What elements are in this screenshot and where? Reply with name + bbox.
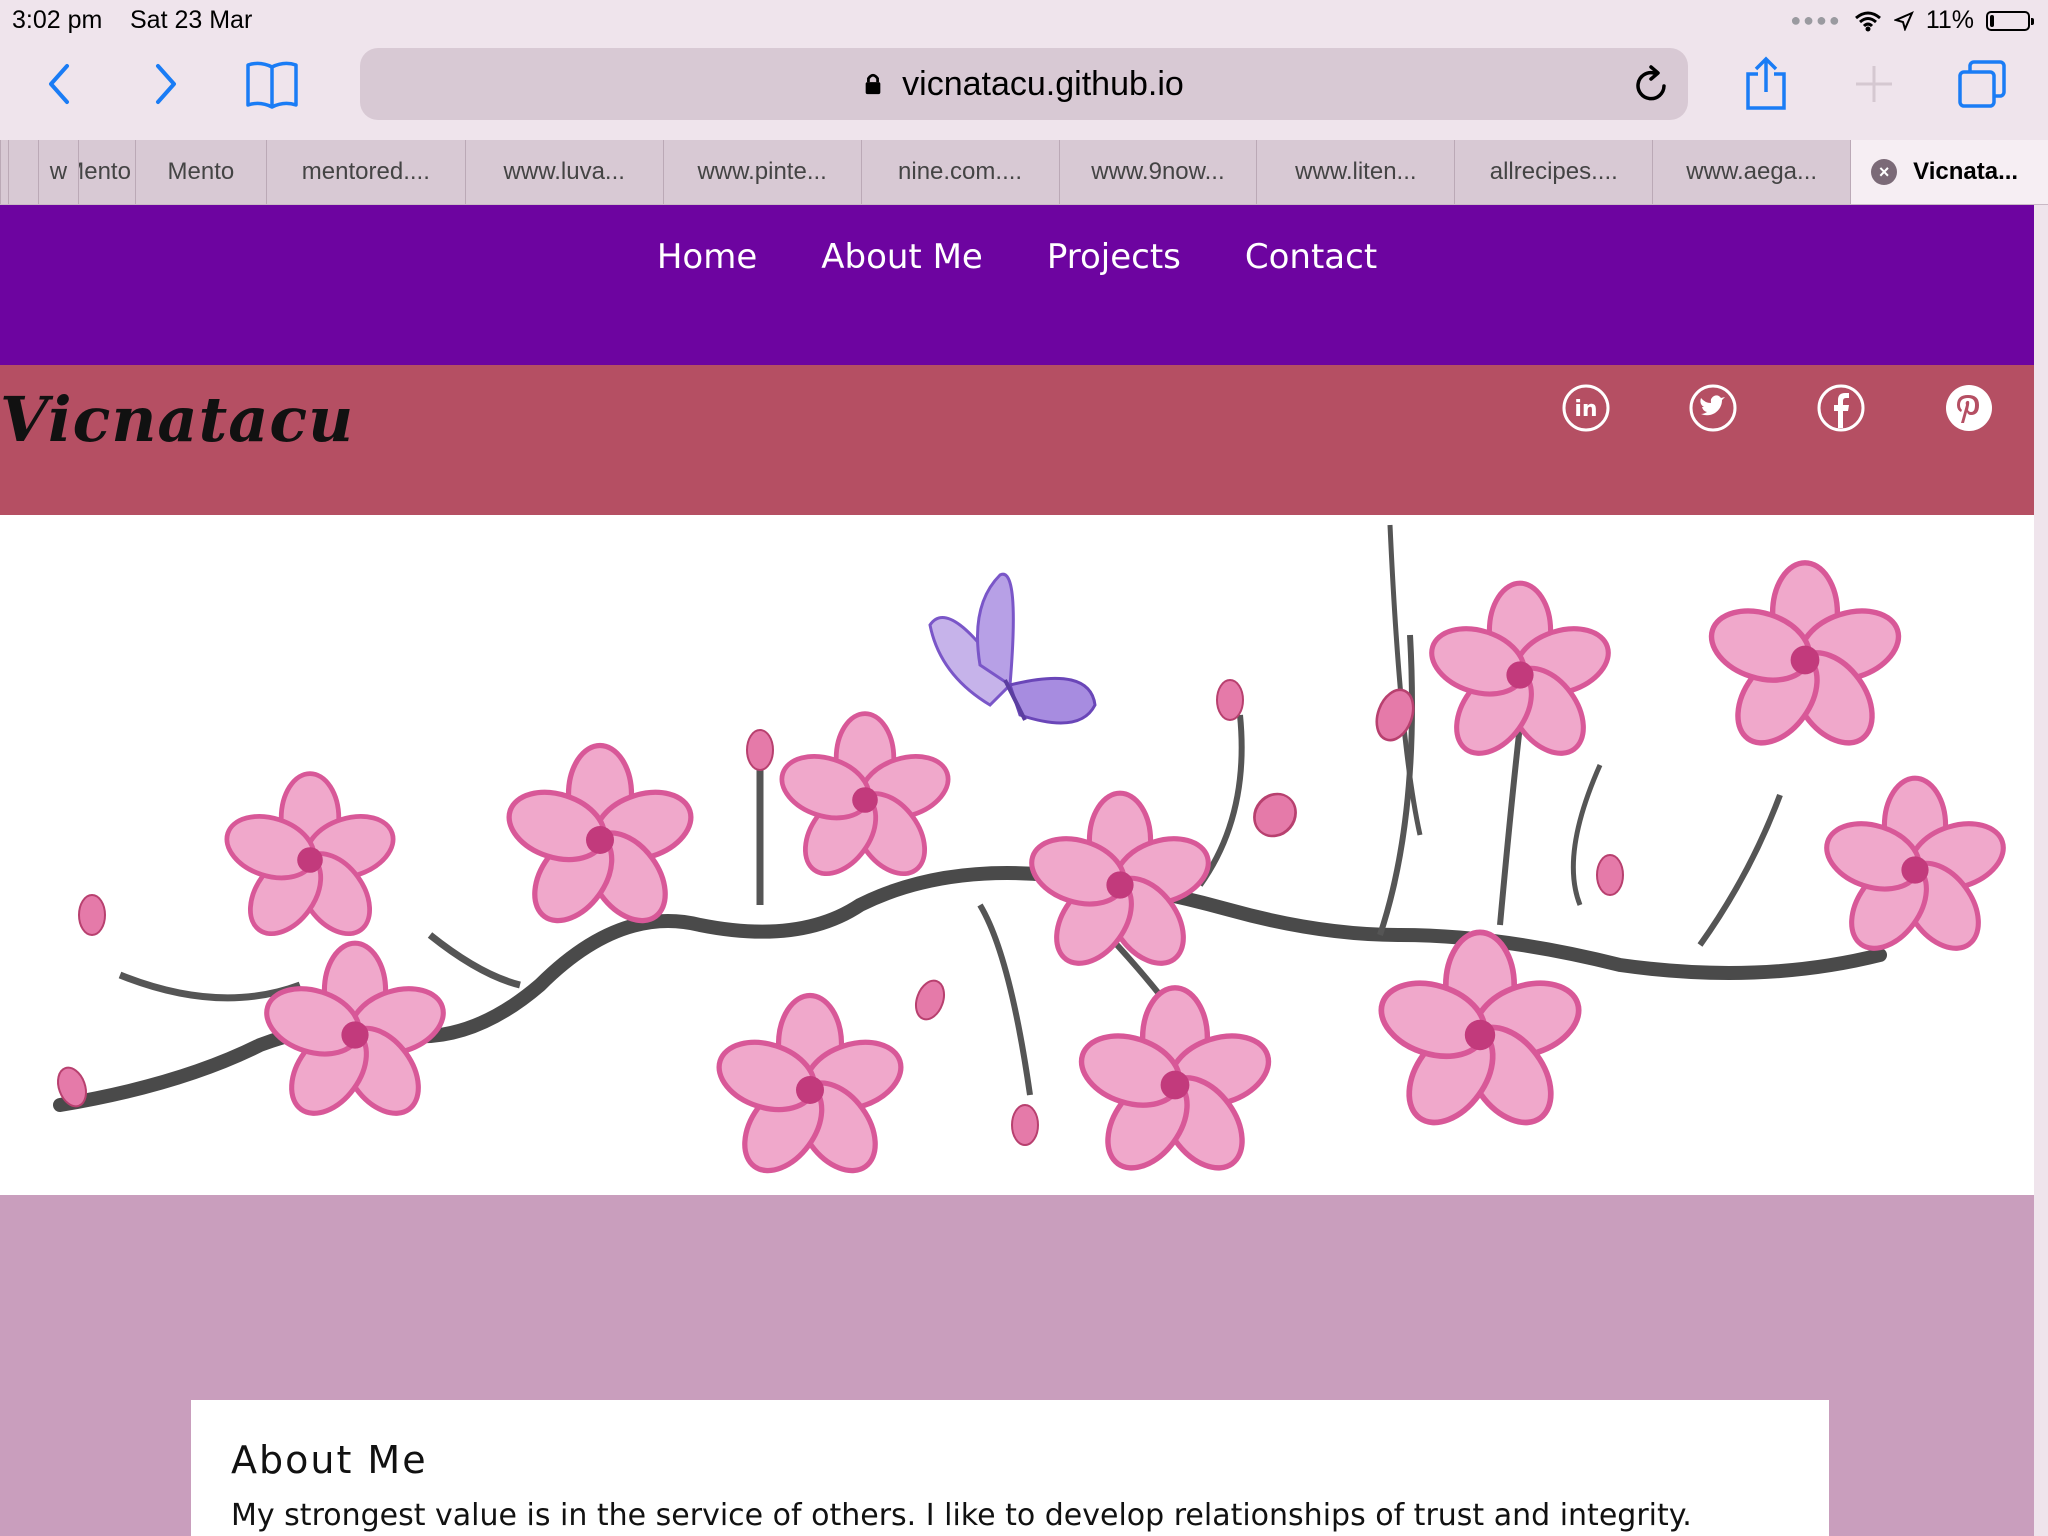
bookmarks-button[interactable] xyxy=(240,54,304,114)
url-text: vicnatacu.github.io xyxy=(902,64,1184,103)
tab-stack[interactable]: w xyxy=(37,140,78,204)
battery-fill xyxy=(1990,14,1994,27)
browser-toolbar: vicnatacu.github.io xyxy=(0,44,2048,140)
tab[interactable]: www.9now... xyxy=(1058,140,1257,204)
web-page: Home About Me Projects Contact Vicnatacu… xyxy=(0,205,2034,1536)
address-bar[interactable]: vicnatacu.github.io xyxy=(360,48,1688,120)
status-indicators: ●●●● 11% xyxy=(1790,6,2034,35)
nav-projects[interactable]: Projects xyxy=(1047,237,1181,281)
page-scrollbar[interactable] xyxy=(2034,205,2048,1536)
tab-stack[interactable] xyxy=(8,140,38,204)
share-button[interactable] xyxy=(1736,54,1796,114)
tab[interactable]: Mento xyxy=(77,140,135,204)
status-time: 3:02 pm xyxy=(12,6,103,34)
battery-percent: 11% xyxy=(1925,6,1974,34)
nav-about-me[interactable]: About Me xyxy=(821,237,983,281)
tab-active[interactable]: × Vicnata... xyxy=(1850,140,2048,204)
tab[interactable]: Mento xyxy=(134,140,266,204)
battery-icon xyxy=(1986,10,2034,31)
status-date: Sat 23 Mar xyxy=(130,6,253,34)
tab[interactable]: www.luva... xyxy=(464,140,663,204)
cherry-blossom-illustration xyxy=(51,524,2034,1195)
about-heading: About Me xyxy=(231,1438,428,1482)
site-brand: Vicnatacu xyxy=(0,383,355,456)
reload-icon[interactable] xyxy=(1634,64,1670,104)
tabs-overview-button[interactable] xyxy=(1952,54,2012,114)
tab[interactable]: www.pinte... xyxy=(662,140,861,204)
nav-home[interactable]: Home xyxy=(657,237,757,281)
location-icon xyxy=(1893,10,1914,31)
nav-contact[interactable]: Contact xyxy=(1245,237,1377,281)
new-tab-button[interactable] xyxy=(1844,54,1904,114)
status-bar: 3:02 pm Sat 23 Mar ●●●● 11% xyxy=(0,0,2048,44)
share-icon xyxy=(1746,56,1786,110)
tab-stack[interactable] xyxy=(0,140,8,204)
linkedin-icon[interactable]: in xyxy=(1561,383,1611,433)
site-nav: Home About Me Projects Contact xyxy=(0,205,2034,365)
plus-icon xyxy=(1856,66,1892,102)
book-icon xyxy=(246,61,298,109)
chevron-right-icon xyxy=(156,64,176,104)
tab[interactable]: mentored.... xyxy=(265,140,465,204)
site-header: Vicnatacu in xyxy=(0,365,2034,515)
tab-bar: w Mento Mento mentored.... www.luva... w… xyxy=(0,140,2048,205)
tab[interactable]: www.liten... xyxy=(1256,140,1454,204)
forward-button[interactable] xyxy=(135,54,195,114)
chevron-left-icon xyxy=(49,64,69,104)
hero-banner xyxy=(0,515,2034,1195)
lock-icon xyxy=(865,73,881,95)
butterfly xyxy=(928,572,1097,725)
wifi-icon xyxy=(1854,11,1881,31)
about-text: My strongest value is in the service of … xyxy=(231,1498,1692,1533)
pinterest-icon[interactable] xyxy=(1944,383,1994,433)
about-section: About Me My strongest value is in the se… xyxy=(191,1400,1829,1536)
twitter-icon[interactable] xyxy=(1688,383,1738,433)
svg-text:in: in xyxy=(1574,397,1597,422)
tab[interactable]: allrecipes.... xyxy=(1454,140,1652,204)
signal-icon: ●●●● xyxy=(1790,10,1842,30)
tabs-icon xyxy=(1958,60,2006,108)
tab[interactable]: www.aega... xyxy=(1652,140,1850,204)
facebook-icon[interactable] xyxy=(1816,383,1866,433)
tab[interactable]: nine.com.... xyxy=(860,140,1059,204)
back-button[interactable] xyxy=(30,54,90,114)
close-tab-icon[interactable]: × xyxy=(1871,159,1898,185)
